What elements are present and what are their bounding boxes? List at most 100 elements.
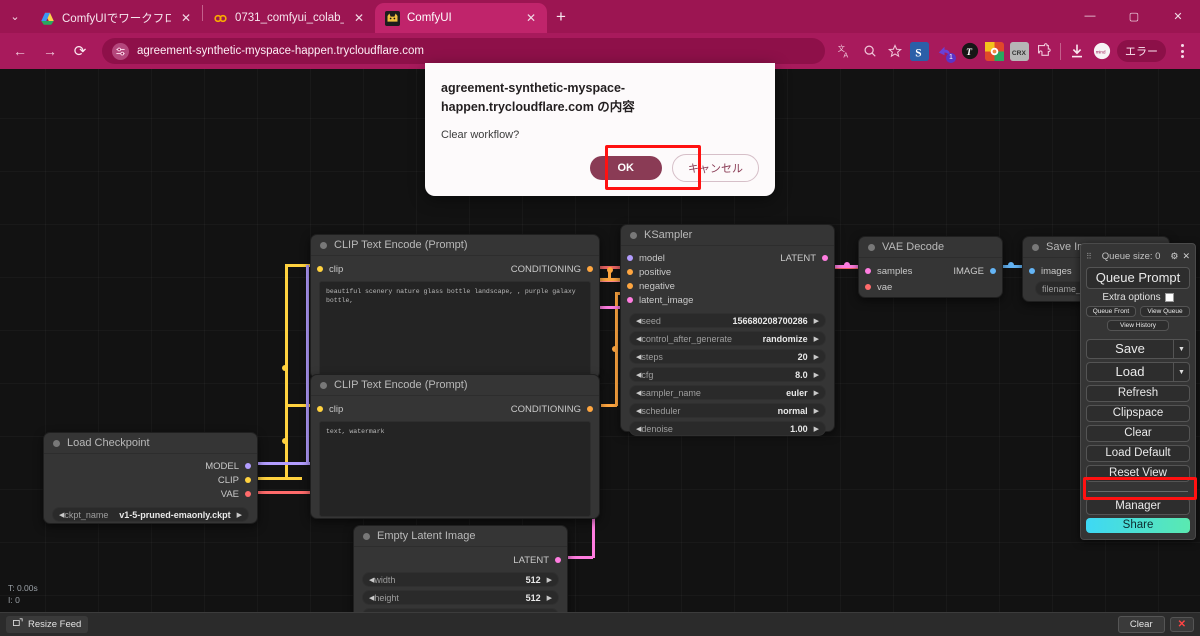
- browser-tab-1[interactable]: ComfyUIでワークフローを保存・読み ✕: [30, 3, 202, 33]
- node-ksampler[interactable]: KSampler model LATENT positive negative …: [620, 224, 835, 436]
- node-vae-decode[interactable]: VAE Decode samples IMAGE vae: [858, 236, 1003, 298]
- extra-options-row[interactable]: Extra options: [1086, 292, 1190, 303]
- widget-cfg[interactable]: ◀ cfg 8.0 ▶: [629, 367, 826, 382]
- browser-tab-3[interactable]: ComfyUI ✕: [375, 3, 547, 33]
- browser-tab-2[interactable]: 0731_comfyui_colab_with_mana ✕: [203, 3, 375, 33]
- port-images-in[interactable]: images: [1029, 266, 1072, 277]
- increment-icon[interactable]: ▶: [814, 389, 819, 397]
- increment-icon[interactable]: ▶: [814, 335, 819, 343]
- download-icon[interactable]: [1067, 42, 1086, 61]
- reload-icon[interactable]: ⟳: [66, 37, 94, 65]
- gear-icon[interactable]: ⚙: [1170, 251, 1178, 262]
- increment-icon[interactable]: ▶: [814, 425, 819, 433]
- increment-icon[interactable]: ▶: [814, 407, 819, 415]
- node-empty-latent-image[interactable]: Empty Latent Image LATENT ◀ width 512 ▶: [353, 525, 568, 612]
- window-close-button[interactable]: ✕: [1156, 0, 1200, 32]
- widget-seed[interactable]: ◀ seed 156680208700286 ▶: [629, 313, 826, 328]
- manager-button[interactable]: Manager: [1086, 498, 1190, 515]
- forward-icon[interactable]: →: [36, 37, 64, 65]
- port-vae-in[interactable]: vae: [865, 282, 892, 293]
- colorful-extension-icon[interactable]: [985, 41, 1004, 61]
- port-positive-in[interactable]: positive: [627, 267, 671, 278]
- new-tab-button[interactable]: +: [547, 3, 575, 31]
- close-icon[interactable]: ✕: [523, 10, 539, 26]
- port-latent-out[interactable]: LATENT: [513, 555, 561, 566]
- share-button[interactable]: Share: [1086, 518, 1190, 533]
- tab-list-chevron-icon[interactable]: ⌄: [0, 0, 30, 33]
- prompt-textarea-positive[interactable]: beautiful scenery nature glass bottle la…: [319, 281, 591, 377]
- node-collapse-icon[interactable]: [1032, 243, 1039, 251]
- port-latent-image-in[interactable]: latent_image: [627, 295, 693, 306]
- node-load-checkpoint[interactable]: Load Checkpoint MODEL CLIP VAE ◀ ckpt_na…: [43, 432, 258, 524]
- widget-scheduler[interactable]: ◀ scheduler normal ▶: [629, 403, 826, 418]
- view-history-button[interactable]: View History: [1107, 320, 1169, 331]
- js-confirm-dialog[interactable]: agreement-synthetic-myspace-happen.trycl…: [425, 63, 775, 196]
- dialog-cancel-button[interactable]: キャンセル: [672, 153, 759, 182]
- crx-extension-icon[interactable]: CRX: [1010, 41, 1029, 61]
- comfyui-menu-panel[interactable]: ⠿ Queue size: 0 ⚙ ✕ Queue Prompt Extra o…: [1080, 243, 1196, 540]
- queue-prompt-button[interactable]: Queue Prompt: [1086, 267, 1190, 289]
- chevron-down-icon[interactable]: ▼: [1173, 339, 1190, 359]
- increment-icon[interactable]: ▶: [547, 576, 552, 584]
- port-samples-in[interactable]: samples: [865, 266, 912, 277]
- clear-button[interactable]: Clear: [1086, 425, 1190, 442]
- node-clip-text-encode-negative[interactable]: CLIP Text Encode (Prompt) clip CONDITION…: [310, 374, 600, 519]
- widget-ckpt-name[interactable]: ◀ ckpt_name v1-5-pruned-emaonly.ckpt ▶: [52, 507, 249, 522]
- port-clip-in[interactable]: clip: [317, 264, 343, 275]
- clipspace-button[interactable]: Clipspace: [1086, 405, 1190, 422]
- profile-avatar[interactable]: mind: [1092, 42, 1111, 61]
- increment-icon[interactable]: ▶: [547, 594, 552, 602]
- site-settings-icon[interactable]: [112, 42, 129, 60]
- increment-icon[interactable]: ▶: [814, 317, 819, 325]
- maximize-button[interactable]: ▢: [1112, 0, 1156, 32]
- node-collapse-icon[interactable]: [630, 231, 637, 239]
- feed-clear-button[interactable]: Clear: [1117, 616, 1165, 633]
- translate-icon[interactable]: 文A: [835, 42, 854, 61]
- increment-icon[interactable]: ▶: [814, 371, 819, 379]
- back-icon[interactable]: ←: [6, 37, 34, 65]
- drag-handle-icon[interactable]: ⠿: [1086, 252, 1092, 261]
- node-collapse-icon[interactable]: [868, 243, 875, 251]
- widget-width[interactable]: ◀ width 512 ▶: [362, 572, 559, 587]
- widget-steps[interactable]: ◀ steps 20 ▶: [629, 349, 826, 364]
- load-default-button[interactable]: Load Default: [1086, 445, 1190, 462]
- port-model-in[interactable]: model: [627, 253, 665, 264]
- t-extension-icon[interactable]: T: [960, 42, 979, 61]
- kebab-menu-icon[interactable]: [1172, 39, 1192, 63]
- port-clip-out[interactable]: CLIP: [218, 475, 251, 486]
- widget-height[interactable]: ◀ height 512 ▶: [362, 590, 559, 605]
- node-clip-text-encode-positive[interactable]: CLIP Text Encode (Prompt) clip CONDITION…: [310, 234, 600, 379]
- widget-denoise[interactable]: ◀ denoise 1.00 ▶: [629, 421, 826, 436]
- resize-feed-button[interactable]: Resize Feed: [6, 616, 89, 633]
- node-collapse-icon[interactable]: [53, 439, 60, 447]
- puzzle-extensions-icon[interactable]: [1035, 42, 1054, 61]
- node-collapse-icon[interactable]: [320, 381, 327, 389]
- port-vae-out[interactable]: VAE: [221, 489, 251, 500]
- save-button[interactable]: Save: [1086, 339, 1173, 359]
- prompt-textarea-negative[interactable]: text, watermark: [319, 421, 591, 517]
- s-extension-icon[interactable]: S: [910, 41, 929, 61]
- zoom-icon[interactable]: [860, 42, 879, 61]
- minimize-button[interactable]: —: [1068, 0, 1112, 32]
- chevron-down-icon[interactable]: ▼: [1173, 362, 1190, 382]
- port-model-out[interactable]: MODEL: [205, 461, 251, 472]
- view-queue-button[interactable]: View Queue: [1140, 306, 1190, 317]
- port-conditioning-out[interactable]: CONDITIONING: [511, 404, 593, 415]
- widget-control-after-generate[interactable]: ◀ control_after_generate randomize ▶: [629, 331, 826, 346]
- port-latent-out[interactable]: LATENT: [780, 253, 828, 264]
- queue-front-button[interactable]: Queue Front: [1086, 306, 1136, 317]
- feed-close-button[interactable]: ✕: [1169, 617, 1194, 632]
- reset-view-button[interactable]: Reset View: [1086, 465, 1190, 482]
- save-button-group[interactable]: Save ▼: [1086, 339, 1190, 359]
- increment-icon[interactable]: ▶: [814, 353, 819, 361]
- bookmark-star-icon[interactable]: [885, 42, 904, 61]
- close-icon[interactable]: ✕: [178, 10, 194, 26]
- refresh-button[interactable]: Refresh: [1086, 385, 1190, 402]
- node-collapse-icon[interactable]: [320, 241, 327, 249]
- port-clip-in[interactable]: clip: [317, 404, 343, 415]
- address-bar[interactable]: agreement-synthetic-myspace-happen.trycl…: [102, 38, 825, 64]
- close-icon[interactable]: ✕: [1182, 251, 1190, 262]
- close-icon[interactable]: ✕: [351, 10, 367, 26]
- node-collapse-icon[interactable]: [363, 532, 370, 540]
- dialog-ok-button[interactable]: OK: [589, 155, 662, 180]
